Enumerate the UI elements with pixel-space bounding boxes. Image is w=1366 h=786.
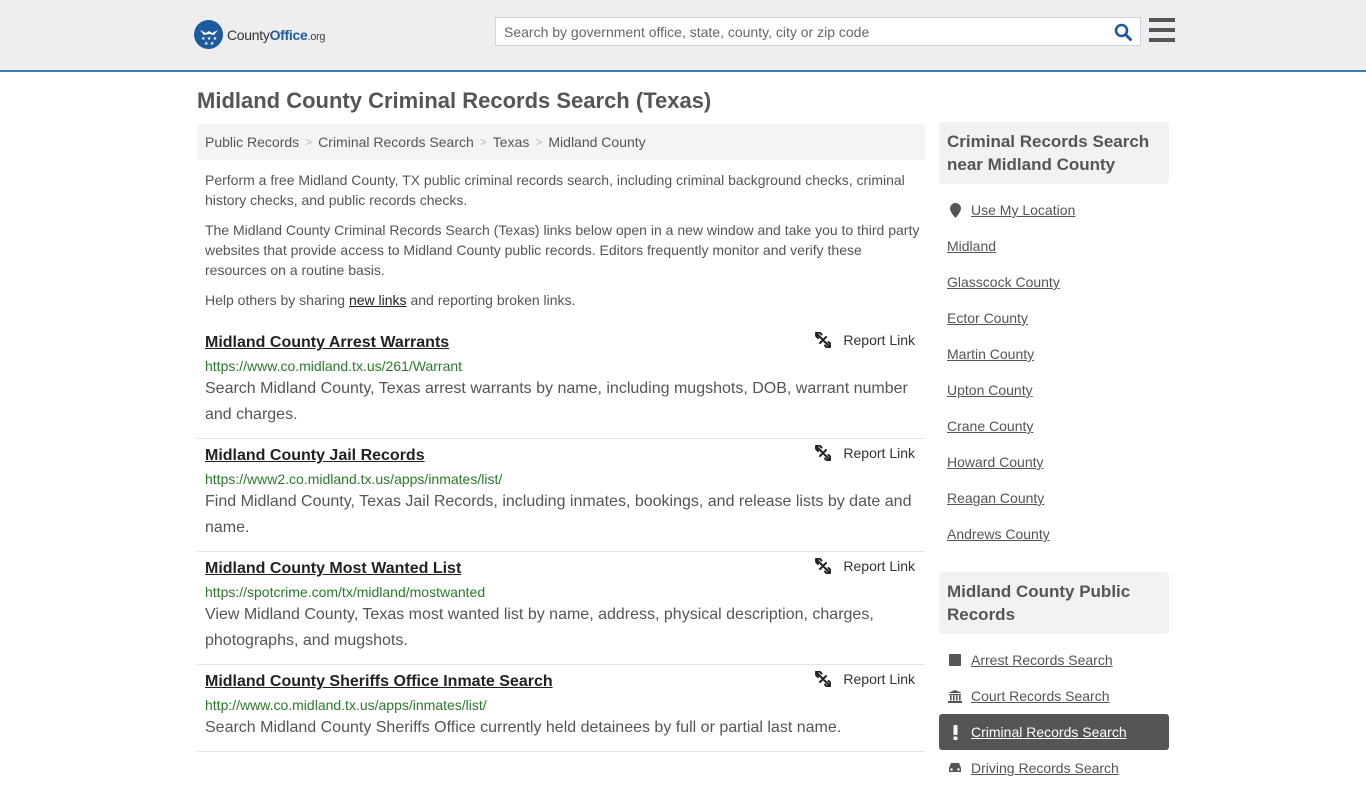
use-my-location-link[interactable]: Use My Location [971,202,1075,218]
page-title: Midland County Criminal Records Search (… [197,88,712,113]
criminal-records-search-link[interactable]: Criminal Records Search [971,724,1127,740]
result-item: Midland County Sheriffs Office Inmate Se… [197,665,925,752]
public-records-item: Arrest Records Search [939,642,1169,678]
result-description: Find Midland County, Texas Jail Records,… [205,493,912,536]
nearby-list: Use My Location Midland Glasscock County… [939,184,1169,552]
breadcrumb-separator: > [479,135,487,149]
arrest-records-search-link[interactable]: Arrest Records Search [971,652,1113,668]
nearby-heading: Criminal Records Search near Midland Cou… [939,122,1169,184]
site-header: ★ ★ ★ ★ ★ CountyOffice.org [0,0,1366,72]
share-links-paragraph: Help others by sharing new links and rep… [205,292,576,308]
square-icon [947,654,963,666]
result-url: https://www.co.midland.tx.us/261/Warrant [205,358,463,374]
eagle-stars-logo-icon: ★ ★ ★ ★ ★ [194,20,223,49]
nearby-link-crane-county[interactable]: Crane County [947,418,1033,434]
result-description: Search Midland County, Texas arrest warr… [205,380,908,423]
nearby-item: Crane County [939,408,1169,444]
report-link-button[interactable]: Report Link [815,332,915,348]
broken-link-icon [815,332,832,348]
nearby-item: Reagan County [939,480,1169,516]
result-item: Midland County Jail Records Report Link … [197,439,925,552]
report-link-button[interactable]: Report Link [815,558,915,574]
broken-link-icon [815,671,832,687]
nearby-item: Andrews County [939,516,1169,552]
search-button[interactable] [1106,18,1140,45]
report-link-button[interactable]: Report Link [815,671,915,687]
nearby-link-martin-county[interactable]: Martin County [947,346,1034,362]
menu-bar [1149,18,1175,22]
result-url: https://www2.co.midland.tx.us/apps/inmat… [205,471,503,487]
nearby-item: Martin County [939,336,1169,372]
result-title-link[interactable]: Midland County Arrest Warrants [205,332,449,354]
nearby-link-andrews-county[interactable]: Andrews County [947,526,1050,542]
hamburger-menu-icon[interactable] [1149,18,1175,42]
new-links-link[interactable]: new links [349,292,407,308]
result-url: https://spotcrime.com/tx/midland/mostwan… [205,584,486,600]
nearby-link-reagan-county[interactable]: Reagan County [947,490,1044,506]
broken-link-icon [815,445,832,461]
site-logo[interactable]: ★ ★ ★ ★ ★ CountyOffice.org [194,20,326,49]
result-title-link[interactable]: Midland County Sheriffs Office Inmate Se… [205,671,553,693]
nearby-link-ector-county[interactable]: Ector County [947,310,1028,326]
intro-text: Perform a free Midland County, TX public… [205,170,920,320]
result-description: Search Midland County Sheriffs Office cu… [205,719,842,736]
search-icon [1114,23,1132,41]
nearby-link-howard-county[interactable]: Howard County [947,454,1044,470]
public-records-item-active: Criminal Records Search [939,714,1169,750]
result-item: Midland County Arrest Warrants Report Li… [197,326,925,439]
breadcrumb: Public Records > Criminal Records Search… [197,124,925,160]
breadcrumb-texas[interactable]: Texas [493,134,530,150]
intro-paragraph: The Midland County Criminal Records Sear… [205,222,920,278]
court-records-search-link[interactable]: Court Records Search [971,688,1110,704]
sidebar: Criminal Records Search near Midland Cou… [939,122,1169,786]
logo-wordmark: CountyOffice.org [227,26,326,43]
broken-link-icon [815,558,832,574]
nearby-item: Upton County [939,372,1169,408]
nearby-item: Glasscock County [939,264,1169,300]
nearby-link-glasscock-county[interactable]: Glasscock County [947,274,1060,290]
report-link-button[interactable]: Report Link [815,445,915,461]
public-records-list: Arrest Records Search Court Records Sear… [939,634,1169,786]
svg-text:★ ★: ★ ★ [204,41,215,46]
use-my-location-item: Use My Location [939,192,1169,228]
result-description: View Midland County, Texas most wanted l… [205,606,874,649]
breadcrumb-separator: > [305,135,313,149]
breadcrumb-midland-county[interactable]: Midland County [548,134,645,150]
breadcrumb-separator: > [535,135,543,149]
intro-paragraph: Perform a free Midland County, TX public… [205,172,905,208]
search-input[interactable] [496,18,1106,45]
result-title-link[interactable]: Midland County Jail Records [205,445,425,467]
menu-bar [1149,38,1175,42]
nearby-item: Ector County [939,300,1169,336]
courthouse-icon [947,689,963,703]
nearby-item: Midland [939,228,1169,264]
car-icon [947,762,963,774]
public-records-item: Court Records Search [939,678,1169,714]
nearby-link-upton-county[interactable]: Upton County [947,382,1033,398]
nearby-link-midland[interactable]: Midland [947,238,996,254]
result-item: Midland County Most Wanted List Report L… [197,552,925,665]
result-url: http://www.co.midland.tx.us/apps/inmates… [205,697,487,713]
search-box [495,17,1141,46]
map-marker-icon [947,202,963,218]
public-records-heading: Midland County Public Records [939,572,1169,634]
breadcrumb-criminal-records-search[interactable]: Criminal Records Search [318,134,474,150]
breadcrumb-public-records[interactable]: Public Records [205,134,299,150]
driving-records-search-link[interactable]: Driving Records Search [971,760,1119,776]
exclamation-icon [947,724,963,740]
results-list: Midland County Arrest Warrants Report Li… [197,326,925,752]
menu-bar [1149,28,1175,32]
public-records-item: Driving Records Search [939,750,1169,786]
result-title-link[interactable]: Midland County Most Wanted List [205,558,461,580]
nearby-item: Howard County [939,444,1169,480]
